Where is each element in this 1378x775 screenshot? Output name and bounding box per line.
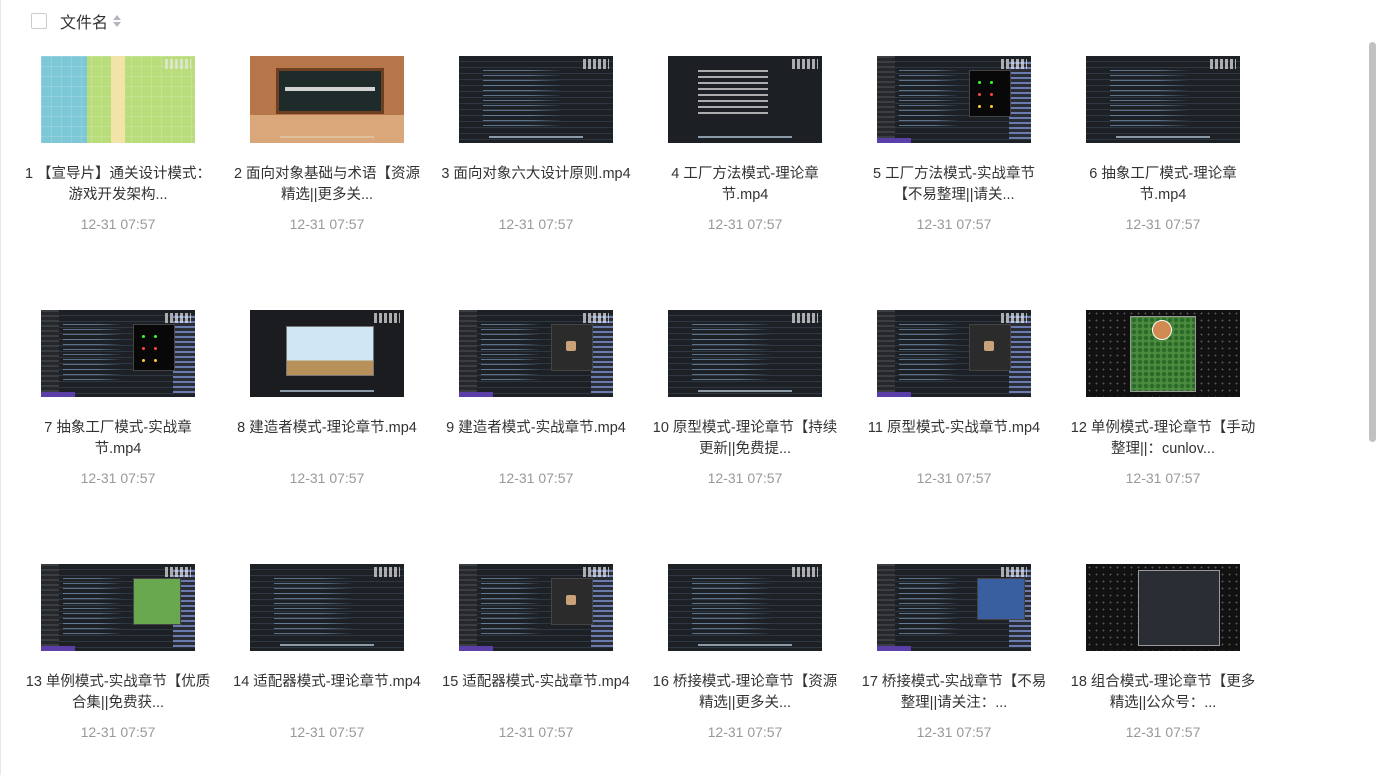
file-tile[interactable]: 4 工厂方法模式-理论章节.mp4 12-31 07:57: [668, 56, 822, 232]
list-header: 文件名: [31, 9, 122, 33]
file-title[interactable]: 16 桥接模式-理论章节【资源精选||更多关...: [650, 672, 840, 714]
file-tile[interactable]: 14 适配器模式-理论章节.mp4 12-31 07:57: [233, 564, 421, 740]
video-thumbnail[interactable]: [1086, 310, 1240, 397]
file-tile[interactable]: 13 单例模式-实战章节【优质合集||免费获... 12-31 07:57: [26, 564, 210, 740]
video-thumbnail[interactable]: [668, 564, 822, 651]
file-date: 12-31 07:57: [289, 216, 365, 232]
video-thumbnail[interactable]: [41, 564, 195, 651]
file-title[interactable]: 9 建造者模式-实战章节.mp4: [441, 418, 631, 460]
file-title[interactable]: 6 抽象工厂模式-理论章节.mp4: [1068, 164, 1258, 206]
file-date: 12-31 07:57: [1125, 216, 1201, 232]
video-thumbnail[interactable]: [41, 56, 195, 143]
filename-column-label[interactable]: 文件名: [60, 9, 108, 33]
file-tile[interactable]: 9 建造者模式-实战章节.mp4 12-31 07:57: [446, 310, 626, 486]
file-date: 12-31 07:57: [707, 470, 783, 486]
file-title[interactable]: 10 原型模式-理论章节【持续更新||免费提...: [650, 418, 840, 460]
file-date: 12-31 07:57: [289, 724, 365, 740]
video-thumbnail[interactable]: [877, 310, 1031, 397]
file-date: 12-31 07:57: [1125, 470, 1201, 486]
video-thumbnail[interactable]: [459, 310, 613, 397]
file-title[interactable]: 3 面向对象六大设计原则.mp4: [441, 164, 631, 206]
file-title[interactable]: 4 工厂方法模式-理论章节.mp4: [650, 164, 840, 206]
file-title[interactable]: 11 原型模式-实战章节.mp4: [859, 418, 1049, 460]
file-title[interactable]: 14 适配器模式-理论章节.mp4: [232, 672, 422, 714]
video-thumbnail[interactable]: [250, 310, 404, 397]
file-date: 12-31 07:57: [80, 724, 156, 740]
video-thumbnail[interactable]: [668, 56, 822, 143]
file-title[interactable]: 17 桥接模式-实战章节【不易整理||请关注：...: [859, 672, 1049, 714]
file-date: 12-31 07:57: [707, 216, 783, 232]
file-tile[interactable]: 5 工厂方法模式-实战章节【不易整理||请关... 12-31 07:57: [873, 56, 1035, 232]
file-date: 12-31 07:57: [498, 470, 574, 486]
file-date: 12-31 07:57: [289, 470, 365, 486]
file-tile[interactable]: 15 适配器模式-实战章节.mp4 12-31 07:57: [442, 564, 630, 740]
file-date: 12-31 07:57: [916, 470, 992, 486]
file-title[interactable]: 13 单例模式-实战章节【优质合集||免费获...: [23, 672, 213, 714]
file-title[interactable]: 8 建造者模式-理论章节.mp4: [232, 418, 422, 460]
video-thumbnail[interactable]: [1086, 56, 1240, 143]
file-date: 12-31 07:57: [80, 470, 156, 486]
file-tile[interactable]: 17 桥接模式-实战章节【不易整理||请关注：... 12-31 07:57: [862, 564, 1046, 740]
file-tile[interactable]: 18 组合模式-理论章节【更多精选||公众号：... 12-31 07:57: [1071, 564, 1255, 740]
file-tile[interactable]: 3 面向对象六大设计原则.mp4 12-31 07:57: [441, 56, 631, 232]
file-title[interactable]: 1 【宣导片】通关设计模式：游戏开发架构...: [23, 164, 213, 206]
video-thumbnail[interactable]: [877, 56, 1031, 143]
video-thumbnail[interactable]: [41, 310, 195, 397]
file-title[interactable]: 12 单例模式-理论章节【手动整理||：cunlov...: [1068, 418, 1258, 460]
video-thumbnail[interactable]: [459, 56, 613, 143]
file-browser: 文件名 1 【宣导片】通关设计模式：游戏开发架构... 12-31 07:57 2 …: [0, 0, 1378, 775]
file-title[interactable]: 18 组合模式-理论章节【更多精选||公众号：...: [1068, 672, 1258, 714]
file-tile[interactable]: 6 抽象工厂模式-理论章节.mp4 12-31 07:57: [1086, 56, 1240, 232]
scrollbar-thumb[interactable]: [1369, 42, 1376, 442]
file-tile[interactable]: 12 单例模式-理论章节【手动整理||：cunlov... 12-31 07:57: [1071, 310, 1255, 486]
video-thumbnail[interactable]: [250, 564, 404, 651]
file-title[interactable]: 15 适配器模式-实战章节.mp4: [441, 672, 631, 714]
video-thumbnail[interactable]: [1086, 564, 1240, 651]
file-date: 12-31 07:57: [707, 724, 783, 740]
video-thumbnail[interactable]: [668, 310, 822, 397]
file-title[interactable]: 5 工厂方法模式-实战章节【不易整理||请关...: [859, 164, 1049, 206]
file-tile[interactable]: 16 桥接模式-理论章节【资源精选||更多关... 12-31 07:57: [653, 564, 837, 740]
file-title[interactable]: 2 面向对象基础与术语【资源精选||更多关...: [232, 164, 422, 206]
file-tile[interactable]: 11 原型模式-实战章节.mp4 12-31 07:57: [868, 310, 1040, 486]
video-thumbnail[interactable]: [877, 564, 1031, 651]
file-date: 12-31 07:57: [1125, 724, 1201, 740]
file-title[interactable]: 7 抽象工厂模式-实战章节.mp4: [23, 418, 213, 460]
file-tile[interactable]: 2 面向对象基础与术语【资源精选||更多关... 12-31 07:57: [234, 56, 420, 232]
file-date: 12-31 07:57: [916, 216, 992, 232]
video-thumbnail[interactable]: [459, 564, 613, 651]
file-tile[interactable]: 1 【宣导片】通关设计模式：游戏开发架构... 12-31 07:57: [25, 56, 211, 232]
sort-icon[interactable]: [113, 14, 122, 28]
scrollbar[interactable]: [1366, 0, 1378, 775]
file-tile[interactable]: 8 建造者模式-理论章节.mp4 12-31 07:57: [237, 310, 417, 486]
video-thumbnail[interactable]: [250, 56, 404, 143]
file-date: 12-31 07:57: [498, 724, 574, 740]
file-date: 12-31 07:57: [498, 216, 574, 232]
file-date: 12-31 07:57: [80, 216, 156, 232]
left-divider: [0, 0, 1, 775]
file-tile[interactable]: 10 原型模式-理论章节【持续更新||免费提... 12-31 07:57: [653, 310, 837, 486]
file-date: 12-31 07:57: [916, 724, 992, 740]
file-tile[interactable]: 7 抽象工厂模式-实战章节.mp4 12-31 07:57: [41, 310, 195, 486]
select-all-checkbox[interactable]: [31, 13, 47, 29]
